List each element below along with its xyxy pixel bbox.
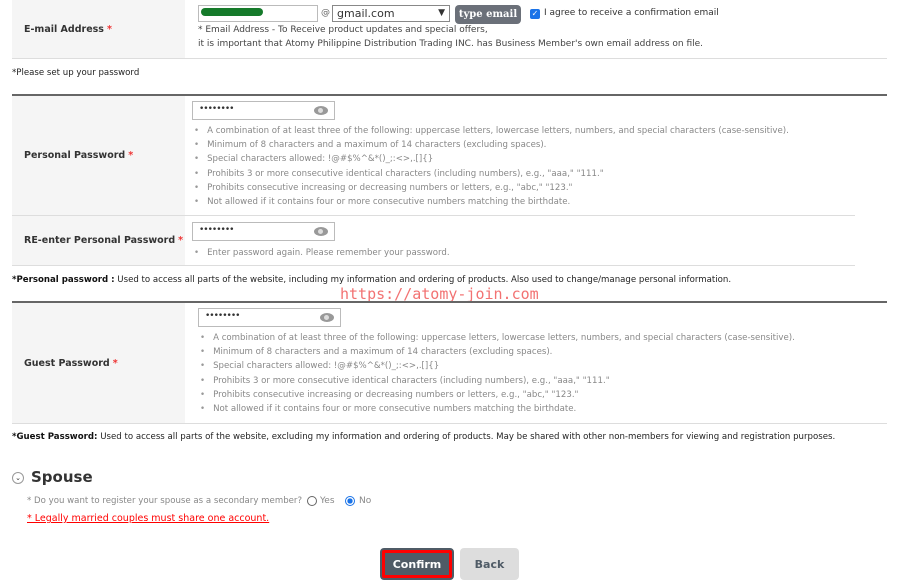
- back-button[interactable]: Back: [460, 548, 519, 580]
- spouse-no-radio[interactable]: [345, 496, 355, 506]
- email-note-1: * Email Address - To Receive product upd…: [198, 25, 488, 35]
- chevron-down-icon: ▼: [438, 8, 445, 18]
- guest-password-value: ••••••••: [205, 311, 240, 321]
- note-title: *Guest Password:: [12, 432, 98, 442]
- reenter-password-label: RE-enter Personal Password *: [12, 216, 185, 265]
- rule-item: Minimum of 8 characters and a maximum of…: [194, 138, 789, 152]
- email-domain-select[interactable]: gmail.com ▼: [332, 5, 450, 22]
- required-mark: *: [128, 150, 134, 161]
- rule-item: A combination of at least three of the f…: [200, 331, 795, 345]
- back-label: Back: [474, 557, 505, 571]
- personal-password-rules: A combination of at least three of the f…: [194, 124, 789, 209]
- rule-item: Prohibits consecutive increasing or decr…: [200, 388, 795, 402]
- rule-item: Enter password again. Please remember yo…: [194, 246, 450, 260]
- reenter-password-label-text: RE-enter Personal Password: [24, 235, 176, 246]
- note-title: *Personal password :: [12, 275, 115, 285]
- rule-item: Not allowed if it contains four or more …: [194, 195, 789, 209]
- chevron-down-circle-icon[interactable]: ⌄: [12, 472, 24, 484]
- guest-password-note: *Guest Password: Used to access all part…: [12, 432, 835, 442]
- reenter-password-input[interactable]: ••••••••: [192, 222, 335, 241]
- personal-password-value: ••••••••: [199, 104, 234, 114]
- rule-item: Prohibits consecutive increasing or decr…: [194, 181, 789, 195]
- personal-password-note: *Personal password : Used to access all …: [12, 275, 731, 285]
- reenter-password-value: ••••••••: [199, 225, 234, 235]
- confirm-label: Confirm: [392, 557, 442, 571]
- rule-item: Minimum of 8 characters and a maximum of…: [200, 345, 795, 359]
- divider: [12, 423, 887, 424]
- personal-password-label: Personal Password *: [12, 96, 185, 215]
- divider: [12, 58, 887, 59]
- agree-label: I agree to receive a confirmation email: [544, 8, 719, 18]
- guest-password-label-text: Guest Password: [24, 357, 110, 369]
- required-mark: *: [112, 357, 118, 369]
- confirm-button[interactable]: Confirm: [380, 548, 454, 580]
- spouse-yes-radio[interactable]: [307, 496, 317, 506]
- password-intro: *Please set up your password: [12, 68, 140, 78]
- note-text: Used to access all parts of the website,…: [97, 432, 836, 442]
- note-text: Used to access all parts of the website,…: [114, 275, 732, 285]
- spouse-no-label: No: [359, 496, 372, 506]
- at-sign: @: [321, 8, 330, 18]
- email-username-input[interactable]: [198, 5, 318, 22]
- rule-item: A combination of at least three of the f…: [194, 124, 789, 138]
- email-note-2: it is important that Atomy Philippine Di…: [198, 39, 704, 49]
- type-email-label: type email: [458, 9, 518, 20]
- personal-password-label-text: Personal Password: [24, 150, 126, 161]
- spouse-warning: * Legally married couples must share one…: [27, 513, 270, 524]
- eye-icon[interactable]: [314, 106, 328, 115]
- redaction-mark: [201, 8, 263, 16]
- eye-icon[interactable]: [320, 313, 334, 322]
- guest-password-label: Guest Password *: [12, 303, 185, 423]
- eye-icon[interactable]: [314, 227, 328, 236]
- spouse-question: * Do you want to register your spouse as…: [27, 496, 303, 506]
- reenter-password-rules: Enter password again. Please remember yo…: [194, 246, 450, 260]
- personal-password-input[interactable]: ••••••••: [192, 101, 335, 120]
- email-label-text: E-mail Address: [24, 23, 104, 35]
- rule-item: Special characters allowed: !@#$%^&*()_;…: [200, 359, 795, 373]
- guest-password-input[interactable]: ••••••••: [198, 308, 341, 327]
- email-domain-value: gmail.com: [337, 7, 395, 20]
- email-label: E-mail Address *: [12, 0, 185, 58]
- spouse-yes-label: Yes: [320, 496, 335, 506]
- agree-checkbox[interactable]: ✓: [530, 9, 540, 19]
- rule-item: Special characters allowed: !@#$%^&*()_;…: [194, 152, 789, 166]
- spouse-title: Spouse: [31, 468, 93, 486]
- guest-password-rules: A combination of at least three of the f…: [200, 331, 795, 416]
- type-email-button[interactable]: type email: [455, 5, 521, 24]
- rule-item: Not allowed if it contains four or more …: [200, 402, 795, 416]
- required-mark: *: [106, 23, 112, 35]
- divider: [12, 265, 855, 266]
- rule-item: Prohibits 3 or more consecutive identica…: [194, 167, 789, 181]
- rule-item: Prohibits 3 or more consecutive identica…: [200, 374, 795, 388]
- required-mark: *: [178, 235, 184, 246]
